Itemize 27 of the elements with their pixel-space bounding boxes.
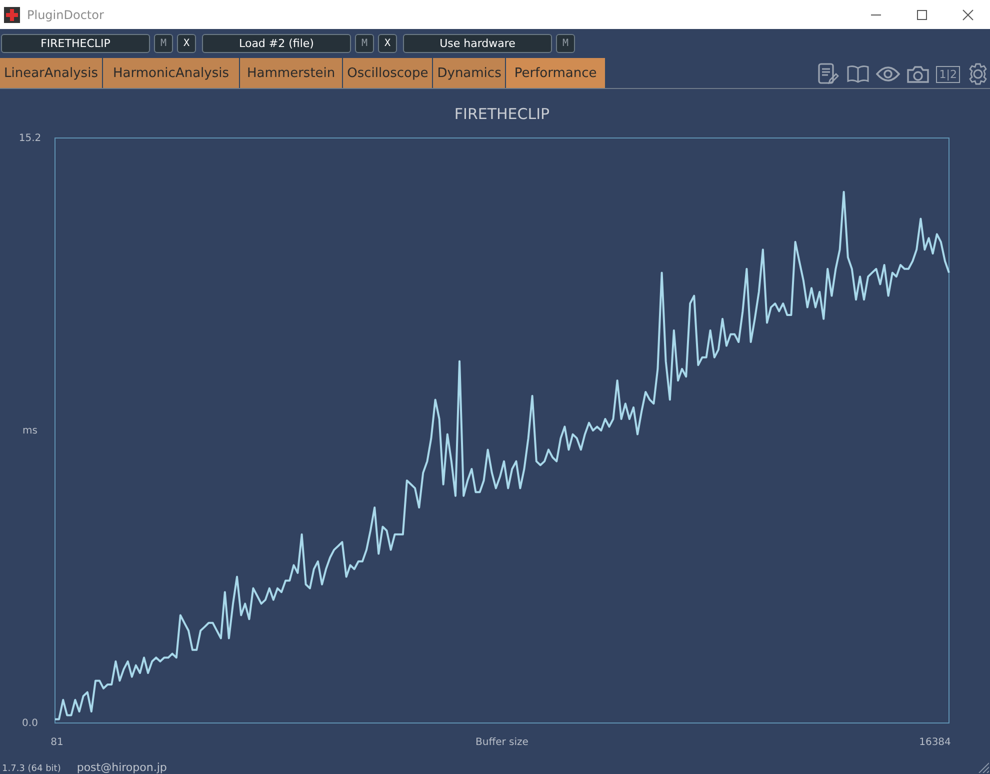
close-icon[interactable] xyxy=(962,8,974,20)
plugin-slot-button[interactable]: Use hardware xyxy=(403,34,552,53)
tab[interactable]: HarmonicAnalysis xyxy=(102,58,240,88)
contact-email: post@hiropon.jp xyxy=(76,761,167,774)
tab[interactable]: Hammerstein xyxy=(240,58,344,88)
axis-tick-label: 0.0 xyxy=(22,718,38,729)
small-button[interactable]: X xyxy=(177,34,196,53)
resize-grip-icon[interactable] xyxy=(977,761,989,773)
axis-tick-label: 81 xyxy=(50,737,64,748)
small-button[interactable]: X xyxy=(378,34,397,53)
notes-pen-icon[interactable] xyxy=(816,62,840,86)
version-text: 1.7.3 (64 bit) xyxy=(2,764,61,774)
axis-label: Buffer size xyxy=(476,737,528,748)
tab[interactable]: Oscilloscope xyxy=(343,58,434,88)
plugin-slot-button[interactable]: Load #2 (file) xyxy=(202,34,351,53)
split-view-button[interactable]: 1|2 xyxy=(936,66,960,82)
plugin-slot-button[interactable]: FIRETHECLIP xyxy=(1,34,150,53)
axis-tick-label: 15.2 xyxy=(18,133,42,144)
chart-title: FIRETHECLIP xyxy=(454,105,550,123)
tab[interactable]: Performance xyxy=(506,58,606,88)
tab[interactable]: Dynamics xyxy=(433,58,506,88)
axis-tick-label: 16384 xyxy=(919,737,951,748)
maximize-icon[interactable] xyxy=(916,8,928,20)
window-title: PluginDoctor xyxy=(27,8,105,22)
axis-label: ms xyxy=(22,426,38,436)
app-icon xyxy=(4,6,20,22)
tab[interactable]: LinearAnalysis xyxy=(0,58,103,88)
